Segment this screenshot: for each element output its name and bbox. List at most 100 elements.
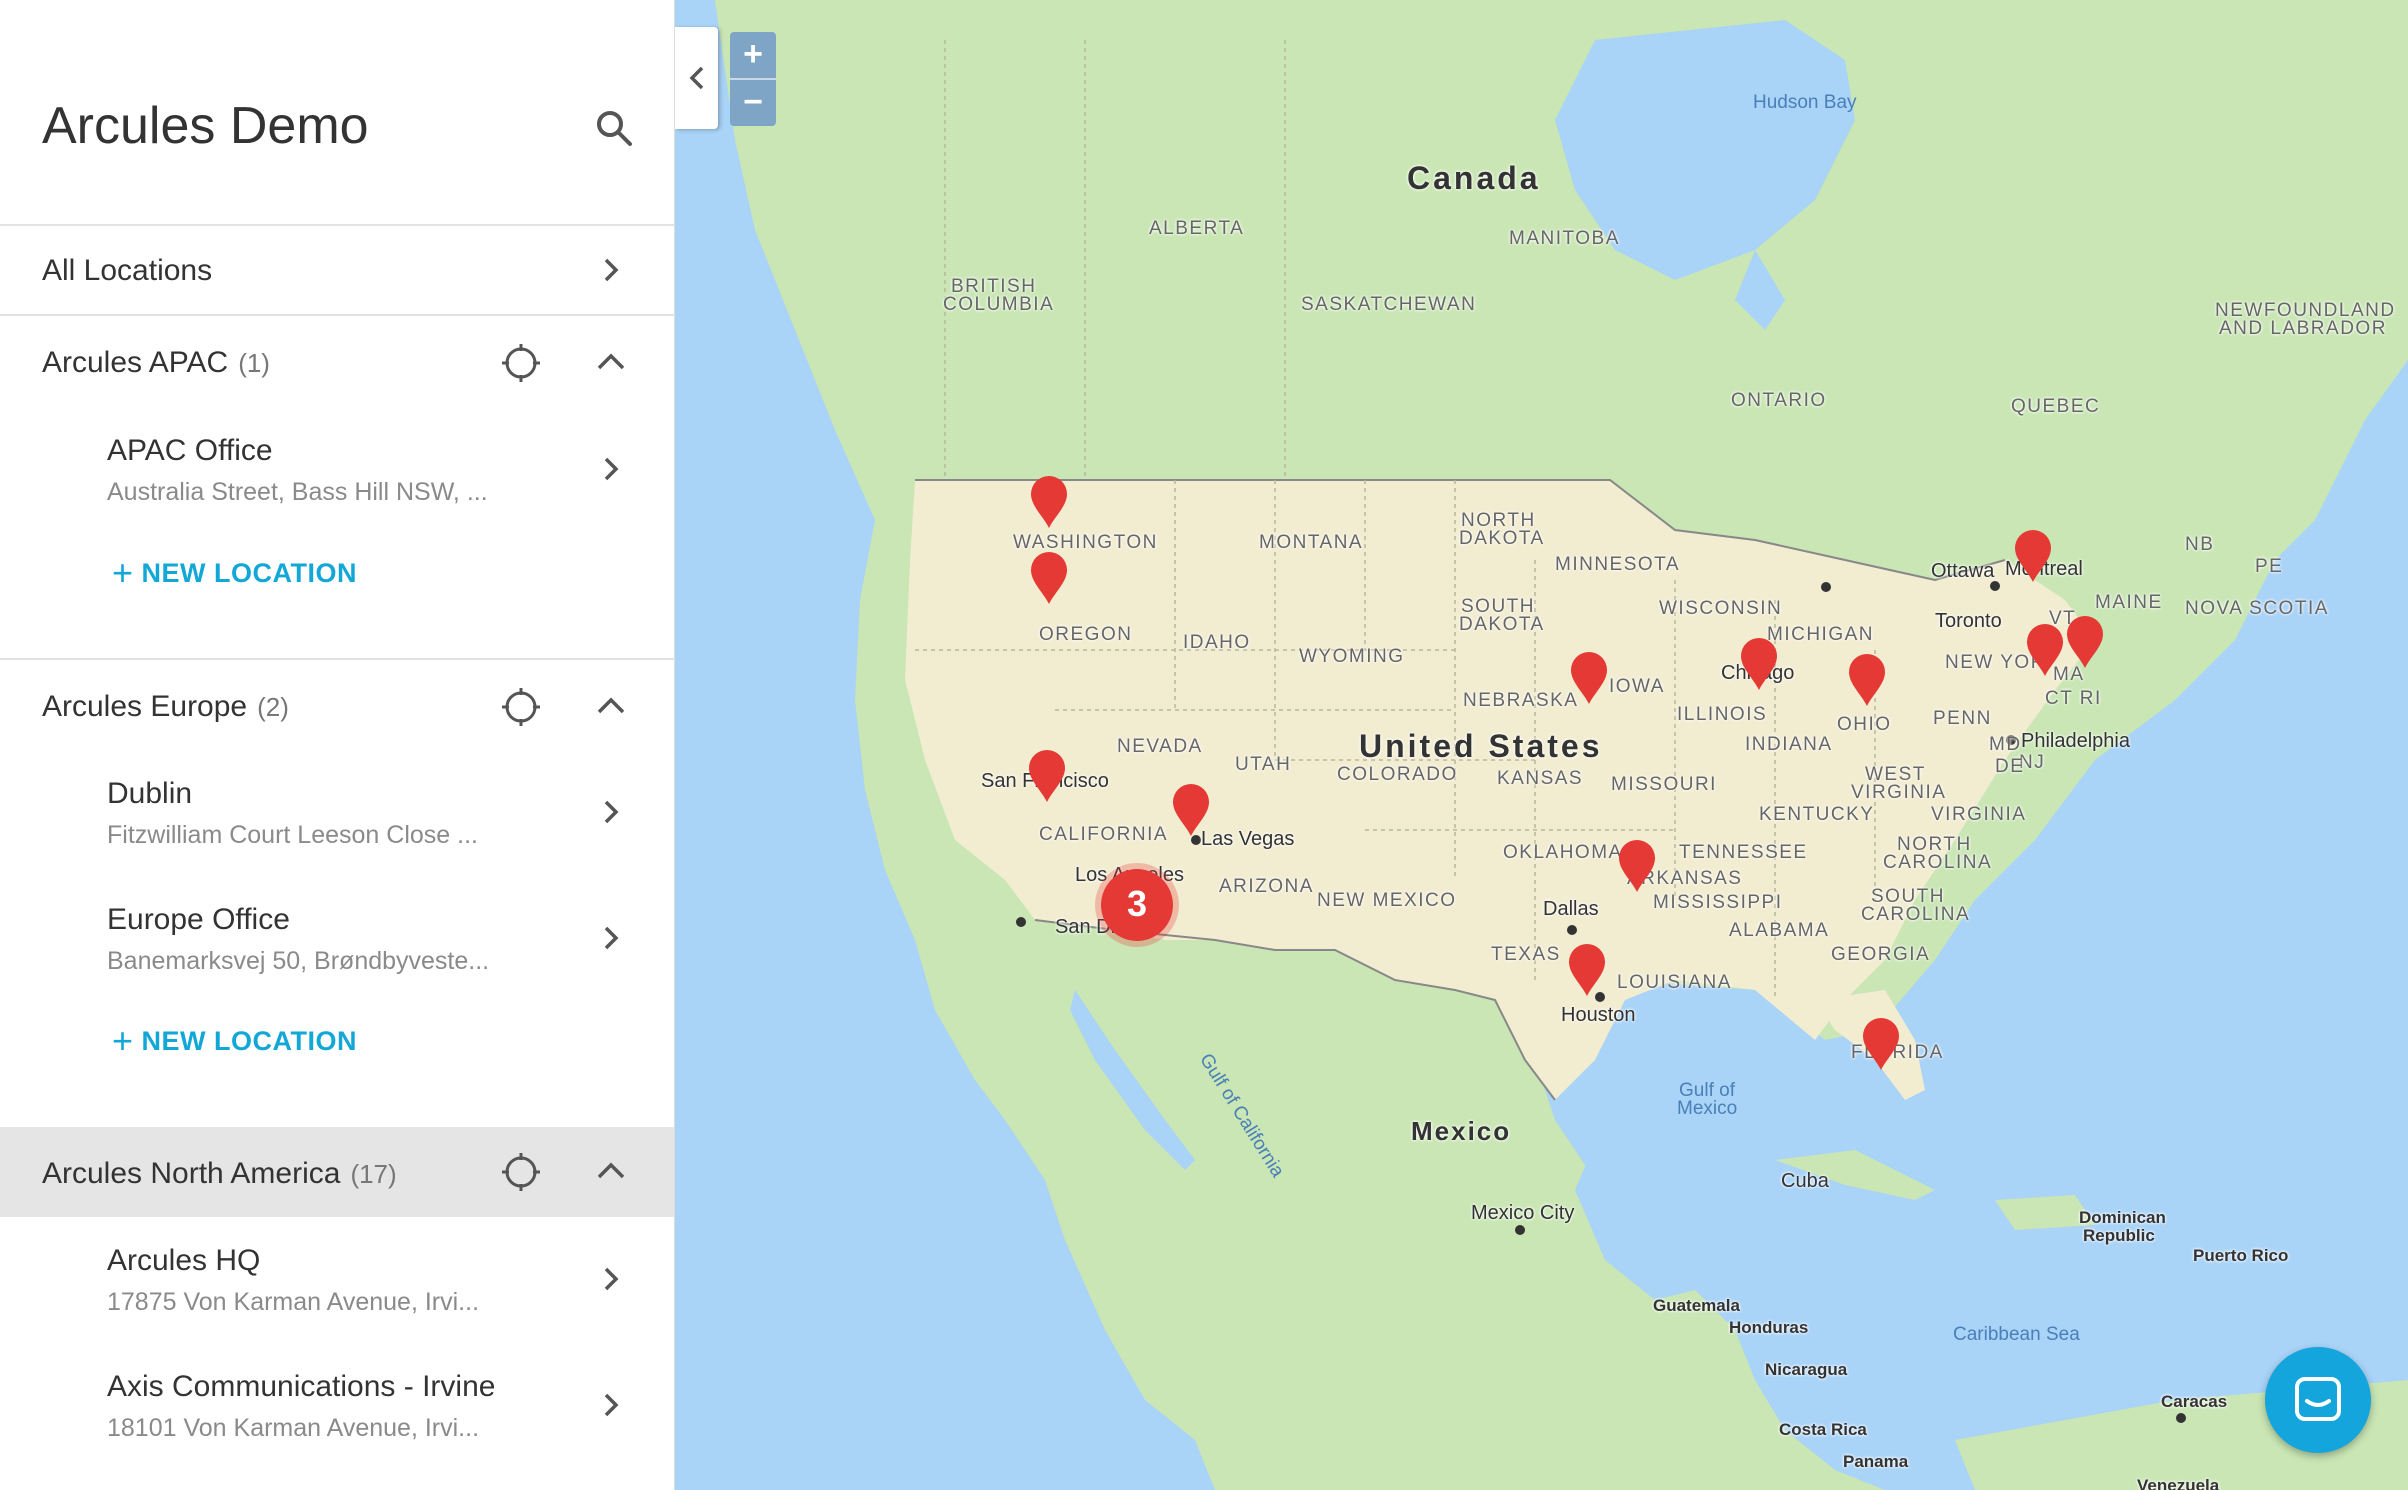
sidebar-header: Arcules Demo [0,0,674,226]
page-title: Arcules Demo [42,97,369,155]
search-icon[interactable] [594,108,634,148]
chevron-up-icon[interactable] [594,692,628,718]
location-pin[interactable] [1847,654,1887,708]
crosshair-icon[interactable] [500,342,542,384]
map-label: OKLAHOMA [1503,842,1623,863]
map-label: PENN [1933,708,1992,729]
chevron-right-icon [604,1393,619,1417]
location-address: 17875 Von Karman Avenue, Irvi... [107,1288,480,1316]
location-pin[interactable] [1029,476,1069,530]
map-label: IDAHO [1183,632,1251,653]
group-name: Arcules North America (17) [42,1157,397,1191]
zoom-in-button[interactable]: + [730,32,776,78]
group-count: (17) [350,1159,397,1189]
map-label: MAINE [2095,592,2163,613]
location-item-axis-irvine[interactable]: Axis Communications - Irvine 18101 Von K… [0,1366,674,1466]
map-label: Philadelphia [2021,730,2130,752]
map-label: TEXAS [1491,944,1561,965]
map-label: NEBRASKA [1463,690,1579,711]
location-pin[interactable] [1567,944,1607,998]
new-location-button[interactable]: + NEW LOCATION [112,1020,357,1062]
location-pin[interactable] [1739,638,1779,692]
map-label: Las Vegas [1201,828,1295,850]
group-header-north-america[interactable]: Arcules North America (17) [0,1127,674,1217]
location-pin[interactable] [1027,750,1067,804]
map-label: CT RI [2045,688,2102,709]
chevron-right-icon [604,800,619,824]
map-label: UTAH [1235,754,1292,775]
location-item-europe-office[interactable]: Europe Office Banemarksvej 50, Brøndbyve… [0,889,674,989]
map-label: MANITOBA [1509,228,1620,249]
zoom-out-button[interactable]: − [730,80,776,126]
location-title: Dublin [107,777,193,810]
location-item-arcules-hq[interactable]: Arcules HQ 17875 Von Karman Avenue, Irvi… [0,1240,674,1340]
map-label: SASKATCHEWAN [1301,294,1477,315]
location-pin[interactable] [2013,530,2053,584]
map-label: NOVA SCOTIA [2185,598,2329,619]
map-label: ONTARIO [1731,390,1827,411]
pin-cluster[interactable]: 3 [1101,869,1173,941]
map-label: NB [2185,534,2215,555]
map-label: CAROLINA [1883,852,1993,873]
group-header-apac[interactable]: Arcules APAC (1) [0,316,674,408]
location-pin[interactable] [1171,784,1211,838]
map-label: PE [2255,556,2284,577]
all-locations-label: All Locations [42,254,213,287]
location-pin[interactable] [2025,624,2065,678]
group-count: (1) [238,348,270,378]
location-item-apac-office[interactable]: APAC Office Australia Street, Bass Hill … [0,420,674,520]
map-label: Caribbean Sea [1953,1324,2080,1345]
new-location-label: NEW LOCATION [141,1026,358,1056]
group-title: Arcules APAC [42,346,229,379]
zoom-controls: + − [730,32,776,126]
map-label: CALIFORNIA [1039,824,1169,845]
map-label: Hudson Bay [1753,92,1857,113]
map-label: OREGON [1039,624,1133,645]
location-pin[interactable] [1569,652,1609,706]
map-label: Venezuela [2137,1476,2220,1490]
map-view[interactable]: Hudson Bay Canada ALBERTA MANITOBA BRITI… [675,0,2408,1490]
map-label: Nicaragua [1765,1360,1848,1379]
chat-launcher-button[interactable] [2265,1347,2371,1453]
plus-icon: + [112,1020,134,1061]
map-label: KENTUCKY [1759,804,1875,825]
map-label: VIRGINIA [1851,782,1947,803]
map-label: WYOMING [1299,646,1405,667]
new-location-button[interactable]: + NEW LOCATION [112,552,357,594]
map-label: VIRGINIA [1931,804,2027,825]
map-label: Honduras [1729,1318,1809,1337]
group-name: Arcules Europe (2) [42,690,289,724]
location-pin[interactable] [2065,616,2105,670]
map-label: Puerto Rico [2193,1246,2289,1265]
chevron-up-icon[interactable] [594,348,628,374]
group-name: Arcules APAC (1) [42,346,270,380]
map-label: CAROLINA [1861,904,1971,925]
location-title: Axis Communications - Irvine [107,1370,496,1403]
map-label: COLORADO [1337,764,1458,785]
location-pin[interactable] [1861,1018,1901,1072]
location-title: Arcules HQ [107,1244,261,1277]
map-label: MINNESOTA [1555,554,1681,575]
crosshair-icon[interactable] [500,1151,542,1193]
map-label: Canada [1407,160,1541,196]
location-pin[interactable] [1029,552,1069,606]
map-label: KANSAS [1497,768,1584,789]
all-locations-row[interactable]: All Locations [0,224,674,316]
crosshair-icon[interactable] [500,686,542,728]
chevron-up-icon[interactable] [594,1157,628,1183]
chevron-right-icon [604,457,619,481]
map-label: MISSISSIPPI [1653,892,1783,913]
map-label: OHIO [1837,714,1892,735]
group-header-europe[interactable]: Arcules Europe (2) [0,660,674,752]
map-label: ILLINOIS [1677,704,1768,725]
chevron-left-icon [689,66,704,90]
map-label: INDIANA [1745,734,1833,755]
location-pin[interactable] [1617,840,1657,894]
group-count: (2) [257,692,289,722]
chevron-right-icon [604,926,619,950]
map-label: MISSOURI [1611,774,1717,795]
map-label: Panama [1843,1452,1909,1471]
location-item-dublin[interactable]: Dublin Fitzwilliam Court Leeson Close ..… [0,763,674,863]
map-label: DE [1995,756,2025,777]
collapse-sidebar-button[interactable] [675,27,718,129]
